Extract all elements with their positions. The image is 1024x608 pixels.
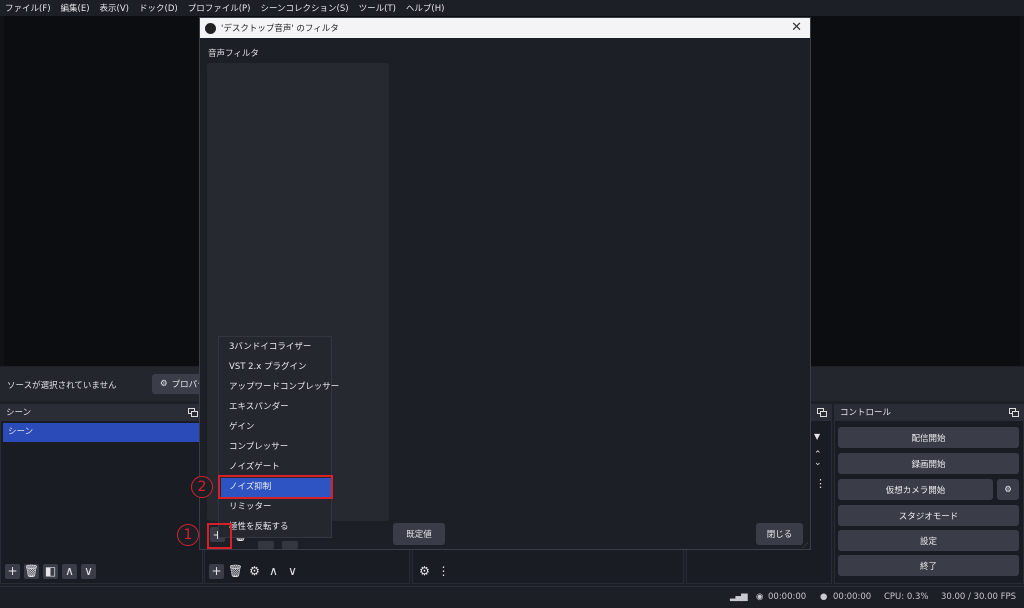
more-icon[interactable]: ⋮: [815, 477, 826, 490]
scenes-footer: + 🗑 ◧ ∧ ∨: [1, 559, 202, 583]
trash-icon[interactable]: 🗑: [24, 563, 39, 579]
move-up-button[interactable]: [258, 541, 274, 549]
resize-grip-icon[interactable]: ⋰: [802, 542, 808, 549]
scenes-header: シーン: [1, 405, 202, 421]
menu-item-vst[interactable]: VST 2.x プラグイン: [219, 358, 331, 377]
gear-icon[interactable]: ⚙: [247, 564, 262, 579]
menu-profile[interactable]: プロファイル(P): [183, 2, 256, 14]
dialog-title: 'デスクトップ音声' のフィルタ: [221, 24, 339, 34]
arrow-down-icon[interactable]: ∨: [81, 563, 96, 579]
highlight-noise-suppression: [218, 475, 333, 499]
defaults-button[interactable]: 既定値: [393, 523, 445, 545]
scenes-title: シーン: [6, 408, 32, 418]
add-filter-menu: 3バンドイコライザー VST 2.x プラグイン アップワードコンプレッサー エ…: [218, 336, 339, 538]
sources-footer: + 🗑 ⚙ ∧ ∨: [205, 559, 409, 583]
close-button[interactable]: 閉じる: [756, 523, 803, 545]
menu-dock[interactable]: ドック(D): [134, 2, 183, 14]
stream-icon: ◉: [756, 592, 764, 602]
signal-icon: ▂▄▆: [730, 592, 748, 602]
close-icon[interactable]: ✕: [791, 20, 802, 35]
menu-edit[interactable]: 編集(E): [56, 2, 95, 14]
stream-time: 00:00:00: [768, 592, 807, 602]
menu-help[interactable]: ヘルプ(H): [401, 2, 450, 14]
menu-scene-collection[interactable]: シーンコレクション(S): [255, 2, 353, 14]
arrow-down-icon[interactable]: ∨: [285, 564, 300, 579]
arrow-up-icon[interactable]: ∧: [62, 563, 77, 579]
studio-mode-button[interactable]: スタジオモード: [838, 505, 1019, 526]
fps-readout: 30.00 / 30.00 FPS: [941, 592, 1017, 602]
step-2-marker: 2: [191, 476, 213, 498]
properties-button[interactable]: ⚙ プロパテ: [152, 374, 204, 394]
start-virtual-camera-button[interactable]: 仮想カメラ開始: [838, 479, 993, 500]
menu-item-invert-polarity[interactable]: 極性を反転する: [219, 518, 331, 537]
dialog-titlebar: 'デスクトップ音声' のフィルタ ✕: [200, 18, 810, 38]
no-source-label: ソースが選択されていません: [7, 381, 117, 391]
cpu-usage: CPU: 0.3%: [884, 592, 929, 602]
settings-button[interactable]: 設定: [838, 530, 1019, 551]
gear-icon: ⚙: [160, 379, 168, 389]
controls-title: コントロール: [840, 408, 892, 418]
menu-item-expander[interactable]: エキスパンダー: [219, 398, 331, 417]
menu-item-compressor[interactable]: コンプレッサー: [219, 438, 331, 457]
more-icon[interactable]: ⋮: [436, 564, 451, 579]
dropdown-arrow-icon[interactable]: ▼: [814, 432, 820, 441]
menu-item-3band-eq[interactable]: 3バンドイコライザー: [219, 338, 331, 357]
menubar: ファイル(F) 編集(E) 表示(V) ドック(D) プロファイル(P) シーン…: [0, 0, 1024, 16]
menu-tools[interactable]: ツール(T): [354, 2, 401, 14]
highlight-add-button: [207, 523, 232, 549]
status-bar: ▂▄▆ ◉ 00:00:00 ● 00:00:00 CPU: 0.3% 30.0…: [0, 586, 1024, 608]
float-dock-icon[interactable]: [188, 408, 198, 417]
start-recording-button[interactable]: 録画開始: [838, 453, 1019, 474]
trash-icon[interactable]: 🗑: [228, 564, 243, 579]
gear-icon[interactable]: ⚙: [997, 479, 1019, 500]
menu-file[interactable]: ファイル(F): [0, 2, 56, 14]
add-icon[interactable]: +: [5, 563, 20, 579]
mixer-footer: ⚙ ⋮: [413, 559, 683, 583]
add-source-icon[interactable]: +: [209, 563, 224, 579]
menu-item-limiter[interactable]: リミッター: [219, 498, 331, 517]
exit-button[interactable]: 終了: [838, 555, 1019, 576]
controls-header: コントロール: [835, 405, 1023, 421]
menu-view[interactable]: 表示(V): [95, 2, 134, 14]
arrow-up-icon[interactable]: ∧: [266, 564, 281, 579]
step-1-marker: 1: [177, 524, 199, 546]
gears-icon[interactable]: ⚙: [417, 564, 432, 579]
record-time: 00:00:00: [833, 592, 872, 602]
menu-item-gain[interactable]: ゲイン: [219, 418, 331, 437]
move-down-button[interactable]: [282, 541, 298, 549]
filter-icon[interactable]: ◧: [43, 563, 58, 579]
preview-margin-left: [0, 16, 4, 366]
audio-filters-label: 音声フィルタ: [208, 49, 259, 59]
float-dock-icon[interactable]: [1009, 408, 1019, 417]
spin-icon[interactable]: ⌃ ⌄: [814, 451, 822, 468]
scene-list-item[interactable]: シーン: [3, 423, 200, 442]
start-streaming-button[interactable]: 配信開始: [838, 427, 1019, 448]
preview-margin-right: [1020, 16, 1024, 366]
record-icon: ●: [820, 592, 828, 602]
scenes-dock: シーン シーン + 🗑 ◧ ∧ ∨: [0, 404, 203, 584]
menu-item-upward-compressor[interactable]: アップワードコンプレッサー: [219, 378, 339, 397]
obs-logo-icon: [205, 22, 216, 34]
float-dock-icon[interactable]: [817, 408, 827, 417]
